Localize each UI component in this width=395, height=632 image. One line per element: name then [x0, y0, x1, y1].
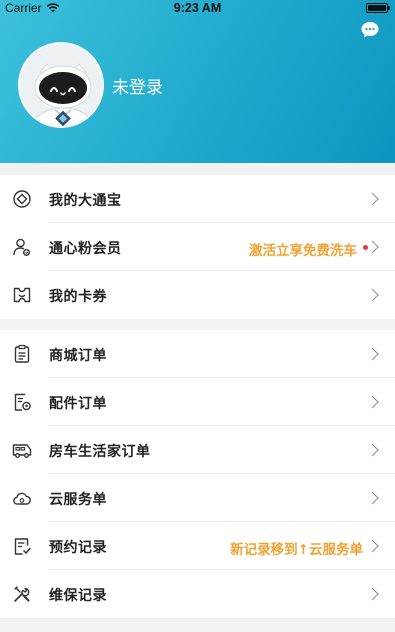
- menu-item-label: 维保记录: [49, 588, 107, 604]
- menu-item-label: 我的大通宝: [49, 193, 122, 209]
- membership-promo-text: 激活立享免费洗车: [249, 243, 357, 259]
- menu-item-maintenance-records[interactable]: 维保记录: [0, 570, 395, 618]
- chevron-right-icon: [371, 443, 379, 457]
- diamond-icon: [13, 190, 31, 208]
- menu-item-membership[interactable]: 通心粉会员 激活立享免费洗车: [0, 223, 395, 271]
- appointment-notice-text: 新记录移到↑云服务单: [230, 542, 363, 558]
- menu-item-rv-orders[interactable]: 房车生活家订单: [0, 426, 395, 474]
- menu-item-appointments[interactable]: 预约记录 新记录移到↑云服务单: [0, 522, 395, 570]
- chevron-right-icon: [371, 491, 379, 505]
- menu-group-account: 我的大通宝 通心粉会员 激活立享免费洗车 我的卡券: [0, 175, 395, 319]
- rv-icon: [12, 444, 32, 458]
- menu-item-label: 通心粉会员: [49, 241, 122, 257]
- tools-icon: [14, 586, 30, 602]
- chevron-right-icon: [371, 395, 379, 409]
- parts-order-icon: [14, 393, 31, 411]
- chevron-right-icon: [371, 192, 379, 206]
- clipboard-icon: [14, 344, 30, 363]
- appointment-icon: [14, 538, 31, 555]
- login-status[interactable]: 未登录: [112, 73, 163, 98]
- menu-item-parts-orders[interactable]: 配件订单: [0, 378, 395, 426]
- profile-header: Carrier 9:23 AM 未登录: [0, 0, 395, 163]
- status-bar: Carrier 9:23 AM: [0, 0, 395, 18]
- menu-item-label: 预约记录: [49, 540, 107, 556]
- cloud-icon: [13, 492, 31, 505]
- menu-item-datongbao[interactable]: 我的大通宝: [0, 175, 395, 223]
- menu-item-mall-orders[interactable]: 商城订单: [0, 330, 395, 378]
- menu-item-coupons[interactable]: 我的卡券: [0, 271, 395, 319]
- chevron-right-icon: [371, 347, 379, 361]
- chevron-right-icon: [371, 587, 379, 601]
- robot-avatar-icon: [20, 44, 102, 126]
- notification-badge: [363, 245, 368, 250]
- menu-item-label: 我的卡券: [49, 289, 107, 305]
- menu-item-cloud-service[interactable]: 云服务单: [0, 474, 395, 522]
- chevron-right-icon: [371, 539, 379, 553]
- chevron-right-icon: [371, 240, 379, 254]
- chevron-right-icon: [371, 288, 379, 302]
- avatar[interactable]: [18, 42, 104, 128]
- menu-group-orders: 商城订单 配件订单 房车生活家订单 云服务单 预约记录 新记录移到↑云服务单 维…: [0, 330, 395, 618]
- menu-item-label: 商城订单: [49, 348, 107, 364]
- menu-item-label: 云服务单: [49, 492, 107, 508]
- status-time: 9:23 AM: [173, 1, 222, 15]
- message-icon[interactable]: [360, 20, 380, 40]
- battery-icon: [366, 3, 390, 13]
- menu-item-label: 配件订单: [49, 396, 107, 412]
- ticket-icon: [13, 287, 31, 303]
- menu-item-label: 房车生活家订单: [49, 444, 151, 460]
- member-icon: [13, 238, 30, 256]
